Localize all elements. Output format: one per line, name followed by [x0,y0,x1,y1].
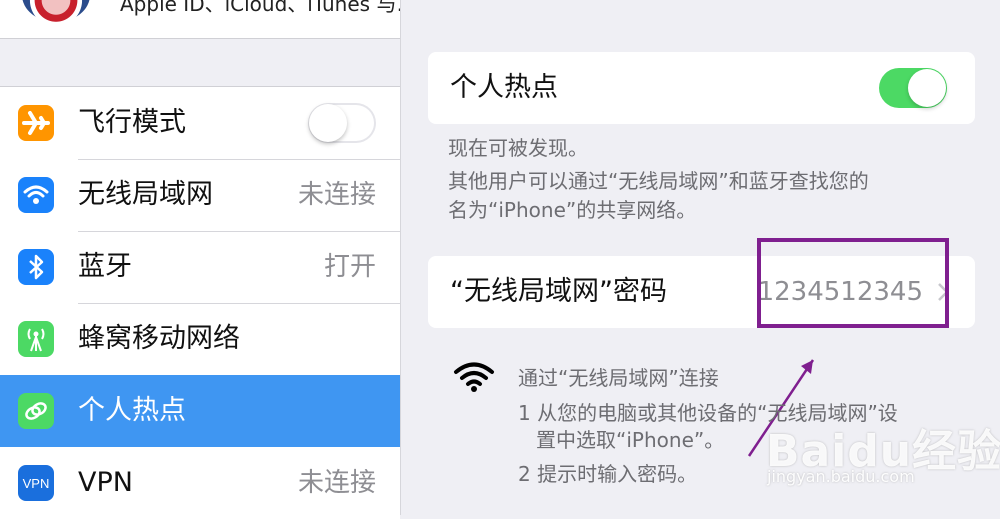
hotspot-toggle-cell: 个人热点 [428,52,975,124]
sidebar-item-label: VPN [78,467,133,498]
hotspot-toggle[interactable] [879,68,947,108]
sidebar-item-cellular[interactable]: 蜂窝移动网络 [0,303,400,375]
sidebar-item-vpn[interactable]: VPN VPN 未连接 [0,447,400,519]
sidebar-item-label: 个人热点 [78,395,186,426]
vpn-status: 未连接 [297,468,376,498]
settings-list: 飞行模式 无线局域网 未连接 蓝牙 打开 蜂窝移动网络 个人热点 VPN VPN… [0,86,400,519]
baidu-watermark-url: jingyan.baidu.com [767,467,915,486]
sidebar-item-wlan[interactable]: 无线局域网 未连接 [0,159,400,231]
vpn-icon: VPN [18,465,54,501]
apple-id-row[interactable]: Apple ID、iCloud、iTunes 与… [0,0,400,39]
airplane-mode-toggle[interactable] [308,103,376,143]
hotspot-detail-pane: 个人热点 现在可被发现。 其他用户可以通过“无线局域网”和蓝牙查找您的 名为“i… [401,0,1000,515]
hotspot-icon [18,393,54,429]
wifi-icon [18,177,54,213]
apple-id-subtitle: Apple ID、iCloud、iTunes 与… [120,0,400,16]
avatar [22,0,90,22]
hotspot-title: 个人热点 [450,72,558,103]
bluetooth-status: 打开 [323,252,376,282]
discoverable-text: 现在可被发现。 [448,136,588,160]
cellular-icon [18,321,54,357]
instructions-step: 置中选取“iPhone”。 [536,428,725,452]
svg-text:VPN: VPN [23,476,50,491]
sidebar-item-label: 蜂窝移动网络 [78,323,240,354]
annotation-highlight-box [757,238,949,328]
airplane-icon [18,105,54,141]
toggle-knob [908,69,946,107]
sidebar-item-label: 蓝牙 [78,251,132,282]
description-line: 其他用户可以通过“无线局域网”和蓝牙查找您的 [448,169,869,193]
settings-sidebar: Apple ID、iCloud、iTunes 与… 飞行模式 无线局域网 未连接 [0,0,401,519]
sidebar-item-bluetooth[interactable]: 蓝牙 打开 [0,231,400,303]
toggle-knob [309,104,347,142]
bluetooth-icon [18,249,54,285]
password-label: “无线局域网”密码 [450,276,667,307]
sidebar-item-label: 飞行模式 [78,107,186,138]
sidebar-item-airplane-mode[interactable]: 飞行模式 [0,87,400,159]
sidebar-item-personal-hotspot[interactable]: 个人热点 [0,375,400,447]
sidebar-item-label: 无线局域网 [78,179,213,210]
wifi-icon [454,362,494,392]
description-line: 名为“iPhone”的共享网络。 [448,198,697,222]
instructions-step: 2 提示时输入密码。 [518,462,698,486]
instructions-heading: 通过“无线局域网”连接 [518,366,719,390]
wlan-status: 未连接 [297,180,376,210]
